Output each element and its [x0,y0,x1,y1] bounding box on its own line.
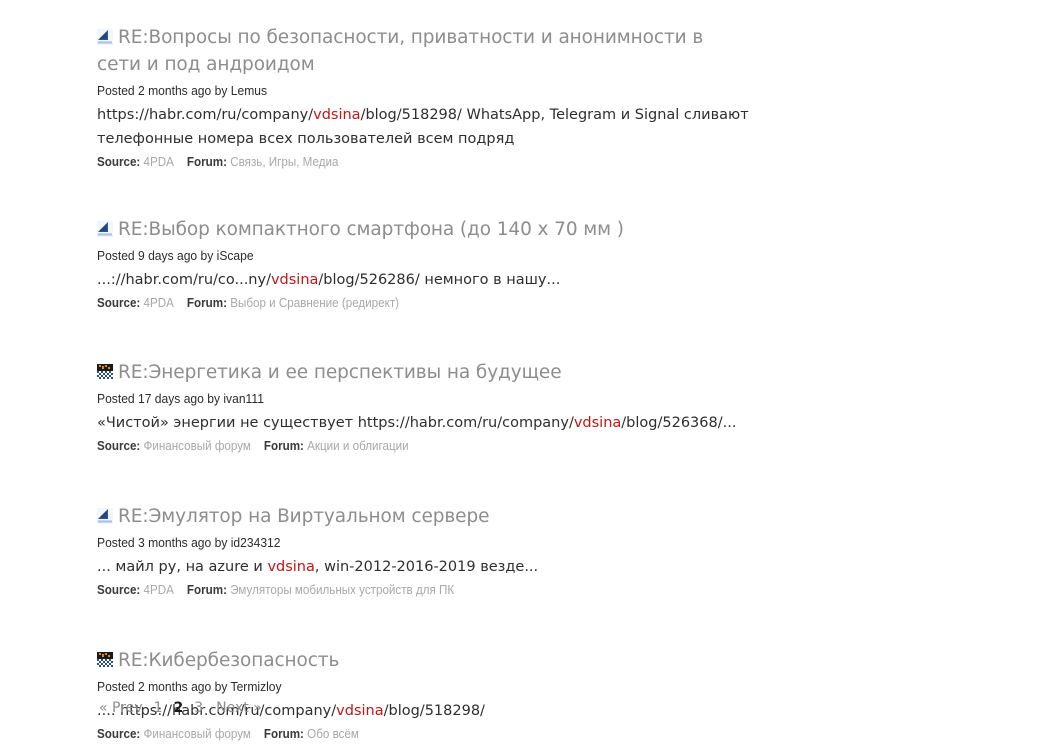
finforum-favicon-icon [97,649,113,668]
result-title-text: RE:Выбор компактного смартфона (до 140 x… [118,219,624,240]
source-label: Source: [97,727,141,741]
snippet-highlight-term: vdsina [313,107,361,123]
result-title-link[interactable]: RE:Вопросы по безопасности, приватности … [97,24,722,78]
search-result-item: RE:Эмулятор на Виртуальном сервере Posted… [97,503,757,600]
result-snippet: ... майл ру, на azure и vdsina, win-2012… [97,555,752,579]
source-value[interactable]: Финансовый форум [144,439,251,453]
result-snippet: «Чистой» энергии не существует https://h… [97,411,752,435]
finforum-favicon-icon [97,361,113,380]
result-title-link[interactable]: RE:Кибербезопасность [97,647,722,674]
result-posted-meta: Posted 9 days ago by iScape [97,248,254,263]
snippet-highlight-term: vdsina [270,272,319,288]
result-source-forum-meta: Source: 4PDA Forum: Эмуляторы мобильных у… [97,581,711,600]
pagination-next[interactable]: Next » [216,698,262,718]
snippet-text-pre: https://habr.com/ru/company/ [97,107,314,123]
search-result-item: RE:Вопросы по безопасности, приватности … [97,24,757,172]
pagination-page-2-current[interactable]: 2 [173,698,183,718]
forum-value[interactable]: Акции и облигации [307,439,408,453]
forum-label: Forum: [186,583,227,597]
pagination: « Prev 1 2 3 Next » [99,698,273,718]
result-title-link[interactable]: RE:Выбор компактного смартфона (до 140 x… [97,216,722,243]
source-value[interactable]: 4PDA [144,583,174,597]
forum-value[interactable]: Связь, Игры, Медиа [230,155,338,169]
result-title-link[interactable]: RE:Эмулятор на Виртуальном сервере [97,503,722,530]
forum-label: Forum: [186,296,227,310]
snippet-highlight-term: vdsina [336,703,384,719]
result-title-text: RE:Вопросы по безопасности, приватности … [97,27,704,75]
snippet-text-pre: ...://habr.com/ru/co...ny/ [97,272,271,288]
result-source-forum-meta: Source: Финансовый форум Forum: Обо всём [97,725,711,744]
result-title-text: RE:Эмулятор на Виртуальном сервере [118,506,490,527]
result-source-forum-meta: Source: Финансовый форум Forum: Акции и о… [97,437,711,456]
search-results-list: RE:Вопросы по безопасности, приватности … [97,0,757,744]
result-snippet: ...://habr.com/ru/co...ny/vdsina/blog/52… [97,268,752,292]
result-posted-meta: Posted 3 months ago by id234312 [97,535,281,550]
forum-label: Forum: [263,439,304,453]
forum-value[interactable]: Эмуляторы мобильных устройств для ПК [230,583,454,597]
search-result-item: RE:Выбор компактного смартфона (до 140 x… [97,216,757,313]
forum-label: Forum: [186,155,227,169]
result-posted-meta: Posted 2 months ago by Termizloy [97,679,282,694]
source-value[interactable]: Финансовый форум [144,727,251,741]
pagination-prev[interactable]: « Prev [99,698,143,718]
source-label: Source: [97,155,141,169]
snippet-highlight-term: vdsina [573,415,622,431]
pagination-page-3[interactable]: 3 [194,698,203,718]
snippet-text-pre: ... майл ру, на azure и [97,559,268,575]
result-source-forum-meta: Source: 4PDA Forum: Выбор и Сравнение (ре… [97,294,711,313]
snippet-text-post: /blog/526368/... [621,415,737,431]
4pda-favicon-icon [97,505,113,524]
result-title-text: RE:Энергетика и ее перспективы на будуще… [118,362,562,383]
pagination-page-1[interactable]: 1 [154,698,163,718]
result-title-text: RE:Кибербезопасность [118,650,340,671]
forum-value[interactable]: Обо всём [307,727,359,741]
result-posted-meta: Posted 2 months ago by Lemus [97,83,268,98]
result-snippet: https://habr.com/ru/company/vdsina/blog/… [97,103,752,151]
snippet-text-post: , win-2012-2016-2019 везде... [314,559,539,575]
result-posted-meta: Posted 17 days ago by ivan111 [97,391,264,406]
4pda-favicon-icon [97,26,113,45]
source-label: Source: [97,439,141,453]
source-value[interactable]: 4PDA [144,155,174,169]
search-result-item: RE:Энергетика и ее перспективы на будуще… [97,359,757,456]
snippet-text-post: /blog/518298/ [383,703,485,719]
forum-label: Forum: [263,727,304,741]
source-label: Source: [97,296,141,310]
snippet-text-post: /blog/526286/ немного в нашу... [318,272,561,288]
result-title-link[interactable]: RE:Энергетика и ее перспективы на будуще… [97,359,722,386]
source-value[interactable]: 4PDA [144,296,174,310]
4pda-favicon-icon [97,218,113,237]
snippet-highlight-term: vdsina [267,559,315,575]
source-label: Source: [97,583,141,597]
snippet-text-pre: «Чистой» энергии не существует https://h… [97,415,574,431]
search-result-item: RE:Кибербезопасность Posted 2 months ago … [97,647,757,744]
forum-value[interactable]: Выбор и Сравнение (редирект) [230,296,399,310]
result-source-forum-meta: Source: 4PDA Forum: Связь, Игры, Медиа [97,153,711,172]
